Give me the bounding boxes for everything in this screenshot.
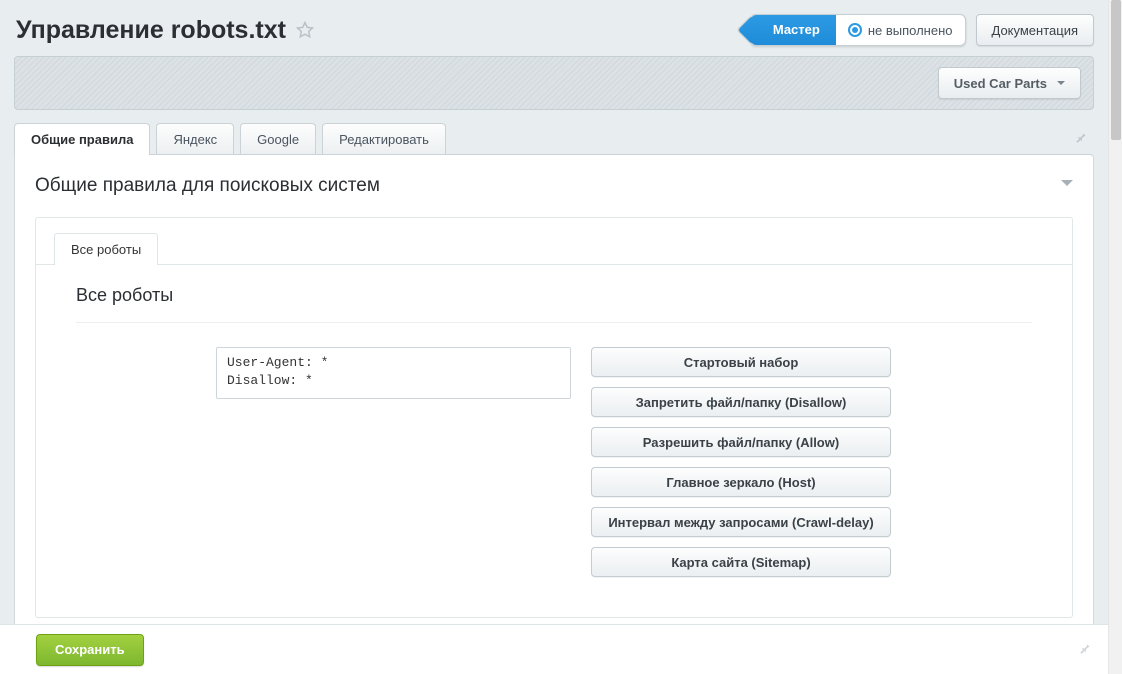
panel-general-rules: Общие правила для поисковых систем Все р…: [14, 154, 1094, 649]
tab-yandex[interactable]: Яндекс: [156, 123, 234, 155]
collapse-icon[interactable]: [1061, 180, 1073, 192]
favorite-star-icon[interactable]: [296, 21, 314, 39]
action-crawl-delay[interactable]: Интервал между запросами (Crawl-delay): [591, 507, 891, 537]
tab-general-rules[interactable]: Общие правила: [14, 123, 150, 155]
tab-google[interactable]: Google: [240, 123, 316, 155]
inner-heading: Все роботы: [76, 285, 1032, 323]
page-title: Управление robots.txt: [16, 16, 286, 45]
action-host[interactable]: Главное зеркало (Host): [591, 467, 891, 497]
inner-box: Все роботы Все роботы Стартовый набор За…: [35, 217, 1073, 618]
wizard-button[interactable]: Мастер: [751, 15, 836, 45]
wizard-status-text: не выполнено: [868, 23, 953, 38]
scrollbar[interactable]: [1108, 0, 1122, 674]
action-disallow[interactable]: Запретить файл/папку (Disallow): [591, 387, 891, 417]
inner-tab-all-robots[interactable]: Все роботы: [54, 233, 158, 265]
documentation-button[interactable]: Документация: [976, 14, 1095, 46]
documentation-label: Документация: [992, 23, 1079, 38]
action-sitemap[interactable]: Карта сайта (Sitemap): [591, 547, 891, 577]
radio-icon: [848, 23, 862, 37]
footer-bar: Сохранить: [0, 624, 1108, 674]
context-bar: Used Car Parts: [14, 56, 1094, 110]
action-starter-set[interactable]: Стартовый набор: [591, 347, 891, 377]
scrollbar-thumb[interactable]: [1111, 0, 1121, 140]
robots-textarea[interactable]: [216, 347, 571, 399]
chevron-down-icon: [1057, 81, 1065, 89]
wizard-status[interactable]: не выполнено: [836, 23, 953, 38]
title-bar: Управление robots.txt Мастер не выполнен…: [14, 12, 1094, 56]
footer-pin-icon[interactable]: [1078, 641, 1092, 658]
wizard-group: Мастер не выполнено: [750, 14, 966, 46]
panel-title: Общие правила для поисковых систем: [35, 175, 380, 197]
pin-icon[interactable]: [1068, 124, 1094, 153]
action-allow[interactable]: Разрешить файл/папку (Allow): [591, 427, 891, 457]
tab-edit[interactable]: Редактировать: [322, 123, 446, 155]
site-dropdown[interactable]: Used Car Parts: [938, 67, 1081, 99]
save-button[interactable]: Сохранить: [36, 634, 144, 666]
tabs: Общие правила Яндекс Google Редактироват…: [14, 122, 1094, 154]
site-dropdown-label: Used Car Parts: [954, 76, 1047, 91]
